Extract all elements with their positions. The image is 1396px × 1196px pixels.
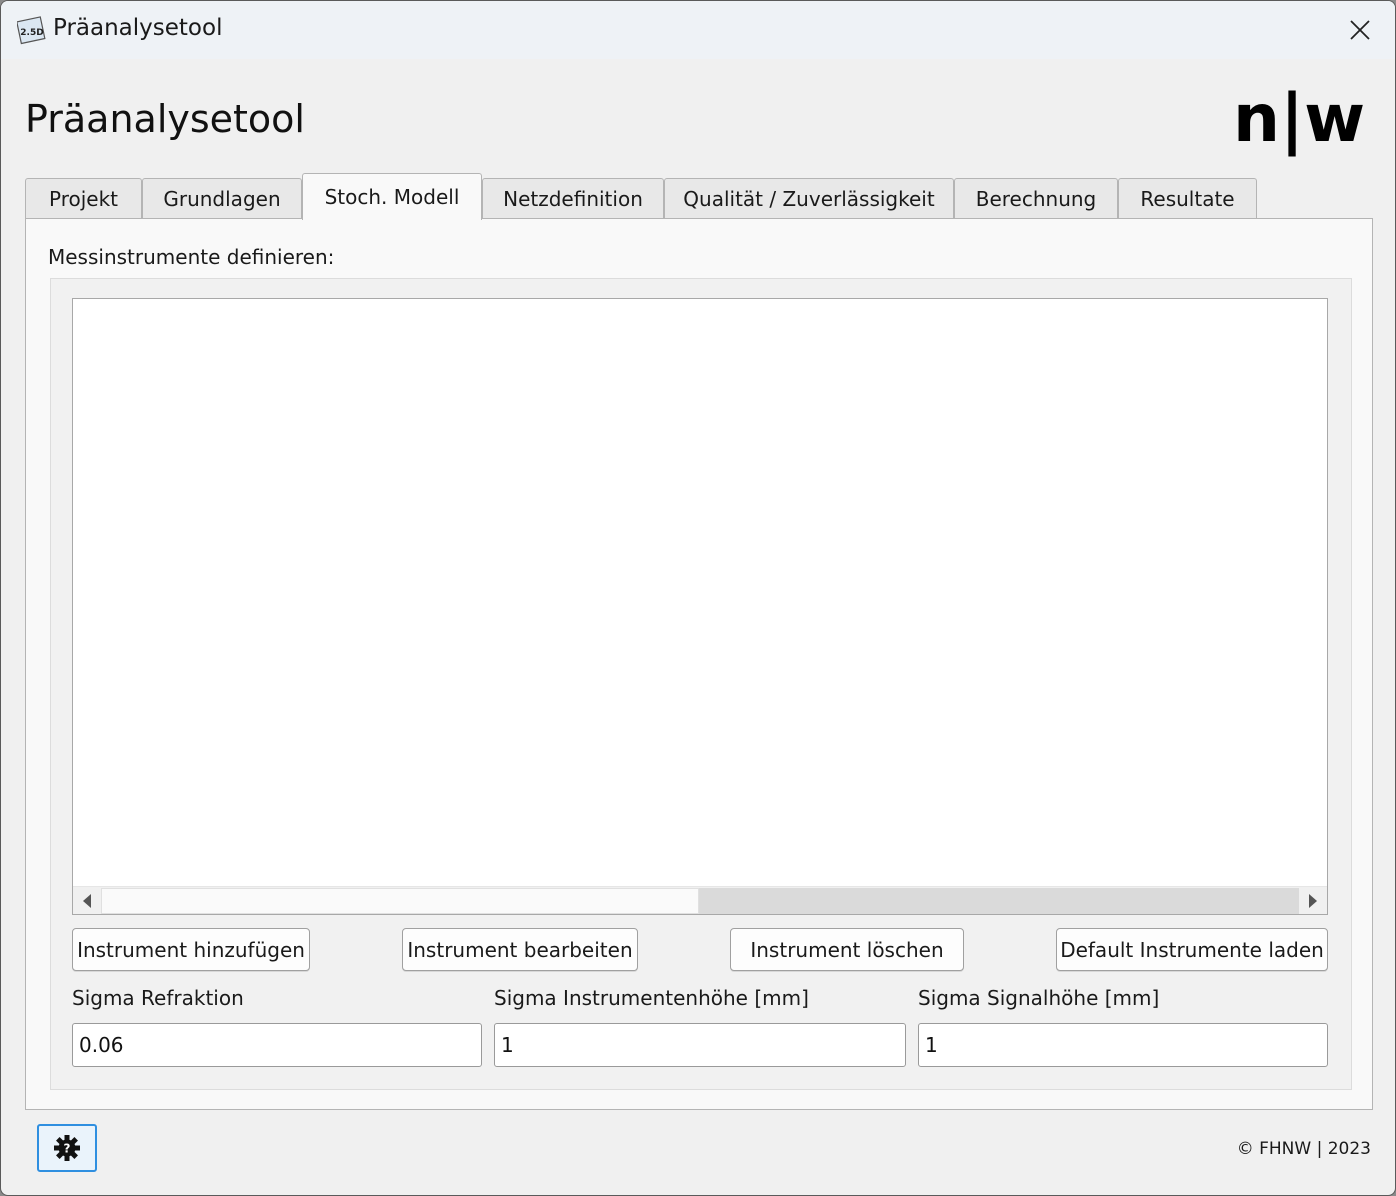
fhnw-logo: n|w	[1233, 80, 1365, 158]
close-icon	[1350, 20, 1370, 40]
scroll-track[interactable]	[101, 887, 1299, 915]
instrument-table[interactable]	[72, 298, 1328, 915]
tab-berechnung[interactable]: Berechnung	[954, 178, 1118, 219]
sigma-signalhoehe-label: Sigma Signalhöhe [mm]	[918, 986, 1160, 1010]
close-button[interactable]	[1325, 1, 1395, 59]
delete-instrument-button[interactable]: Instrument löschen	[730, 928, 964, 971]
tab-projekt[interactable]: Projekt	[25, 178, 142, 219]
scroll-thumb[interactable]	[101, 888, 699, 914]
sigma-signalhoehe-input[interactable]	[918, 1023, 1328, 1067]
app-window: 2.5D Präanalysetool Präanalysetool n|w P…	[0, 0, 1396, 1196]
tab-pane-stoch-modell: Messinstrumente definieren: Instrument h…	[25, 218, 1373, 1110]
logo-text: n|w	[1233, 80, 1365, 158]
tab-resultate[interactable]: Resultate	[1118, 178, 1257, 219]
tab-stoch-modell[interactable]: Stoch. Modell	[302, 173, 482, 220]
settings-button[interactable]: ?	[37, 1124, 97, 1172]
horizontal-scrollbar[interactable]	[73, 886, 1327, 914]
add-instrument-button[interactable]: Instrument hinzufügen	[72, 928, 310, 971]
copyright-text: © FHNW | 2023	[1236, 1139, 1371, 1159]
app-icon: 2.5D	[17, 16, 46, 45]
sigma-refraktion-label: Sigma Refraktion	[72, 986, 244, 1010]
scroll-left-button[interactable]	[73, 887, 101, 915]
sigma-refraktion-input[interactable]	[72, 1023, 482, 1067]
svg-text:?: ?	[64, 1142, 71, 1156]
page-title: Präanalysetool	[25, 97, 305, 141]
scroll-track-fill	[699, 888, 1299, 914]
edit-instrument-button[interactable]: Instrument bearbeiten	[402, 928, 638, 971]
svg-text:2.5D: 2.5D	[20, 28, 43, 38]
arrow-right-icon	[1309, 894, 1317, 908]
window-title: Präanalysetool	[53, 15, 223, 41]
title-bar[interactable]: 2.5D Präanalysetool	[1, 1, 1395, 59]
tab-qualitaet-zuverlaessigkeit[interactable]: Qualität / Zuverlässigkeit	[664, 178, 954, 219]
arrow-left-icon	[83, 894, 91, 908]
section-label: Messinstrumente definieren:	[48, 245, 335, 269]
load-default-instruments-button[interactable]: Default Instrumente laden	[1056, 928, 1328, 971]
scroll-right-button[interactable]	[1299, 887, 1327, 915]
tab-netzdefinition[interactable]: Netzdefinition	[482, 178, 664, 219]
sigma-instrumentenhoehe-input[interactable]	[494, 1023, 906, 1067]
gear-icon: ?	[54, 1135, 80, 1161]
tab-grundlagen[interactable]: Grundlagen	[142, 178, 302, 219]
instrument-group: Instrument hinzufügen Instrument bearbei…	[50, 278, 1352, 1090]
sigma-instrumentenhoehe-label: Sigma Instrumentenhöhe [mm]	[494, 986, 809, 1010]
